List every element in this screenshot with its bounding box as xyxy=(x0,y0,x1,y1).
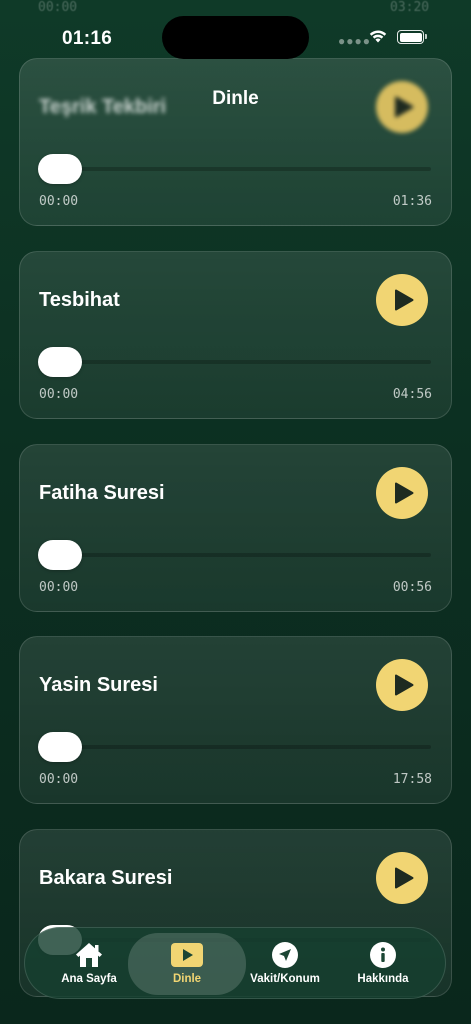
progress-slider-thumb[interactable] xyxy=(38,347,82,377)
duration: 17:58 xyxy=(392,772,432,787)
duration: 00:56 xyxy=(392,580,432,595)
tab-dinle[interactable]: Dinle xyxy=(128,933,246,995)
progress-slider-thumb[interactable] xyxy=(38,732,82,762)
tab-ana-sayfa[interactable]: Ana Sayfa xyxy=(45,928,133,1000)
current-time: 00:00 xyxy=(39,194,79,209)
progress-track xyxy=(40,553,431,557)
track-card: Yasin Suresi 00:00 17:58 xyxy=(19,636,452,804)
tab-label: Hakkında xyxy=(357,973,409,985)
track-card: Fatiha Suresi 00:00 00:56 xyxy=(19,444,452,612)
progress-track xyxy=(40,360,431,364)
play-button[interactable] xyxy=(376,659,428,711)
play-button[interactable] xyxy=(376,274,428,326)
info-circle-icon xyxy=(370,942,396,968)
play-button[interactable] xyxy=(376,852,428,904)
signal-dots-icon: ●●●● xyxy=(338,34,371,48)
page-title: Dinle xyxy=(212,88,259,109)
current-time: 00:00 xyxy=(39,387,79,402)
progress-track xyxy=(40,167,431,171)
play-button[interactable] xyxy=(376,467,428,519)
tab-label: Vakit/Konum xyxy=(250,973,320,985)
house-icon xyxy=(76,943,102,967)
status-bar: 01:16 ●●●● xyxy=(0,0,471,62)
duration: 01:36 xyxy=(392,194,432,209)
track-card: Tesbihat 00:00 04:56 xyxy=(19,251,452,419)
current-time: 00:00 xyxy=(39,580,79,595)
track-title: Tesbihat xyxy=(39,289,120,311)
play-icon xyxy=(395,867,414,889)
location-arrow-icon xyxy=(272,942,298,968)
duration: 04:56 xyxy=(392,387,432,402)
tab-label: Dinle xyxy=(172,973,202,985)
tab-label: Ana Sayfa xyxy=(61,973,117,985)
battery-icon xyxy=(397,30,427,44)
play-icon xyxy=(395,482,414,504)
play-rectangle-icon xyxy=(171,943,203,967)
play-icon xyxy=(395,289,414,311)
track-title: Yasin Suresi xyxy=(39,674,158,696)
status-time: 01:16 xyxy=(62,28,113,49)
tab-hakkinda[interactable]: Hakkında xyxy=(338,928,428,1000)
current-time: 00:00 xyxy=(39,772,79,787)
play-icon xyxy=(395,674,414,696)
tab-vakit-konum[interactable]: Vakit/Konum xyxy=(240,928,330,1000)
progress-slider-thumb[interactable] xyxy=(38,540,82,570)
track-card: Teşrik Tekbiri 00:00 01:36 xyxy=(19,58,452,226)
track-title: Fatiha Suresi xyxy=(39,482,165,504)
progress-slider-thumb[interactable] xyxy=(38,154,82,184)
tab-bar: Ana Sayfa Dinle Vakit/Konum Hakkında xyxy=(24,927,446,999)
dynamic-island xyxy=(162,16,309,59)
wifi-icon xyxy=(369,30,387,43)
track-title: Bakara Suresi xyxy=(39,867,173,889)
progress-track xyxy=(40,745,431,749)
